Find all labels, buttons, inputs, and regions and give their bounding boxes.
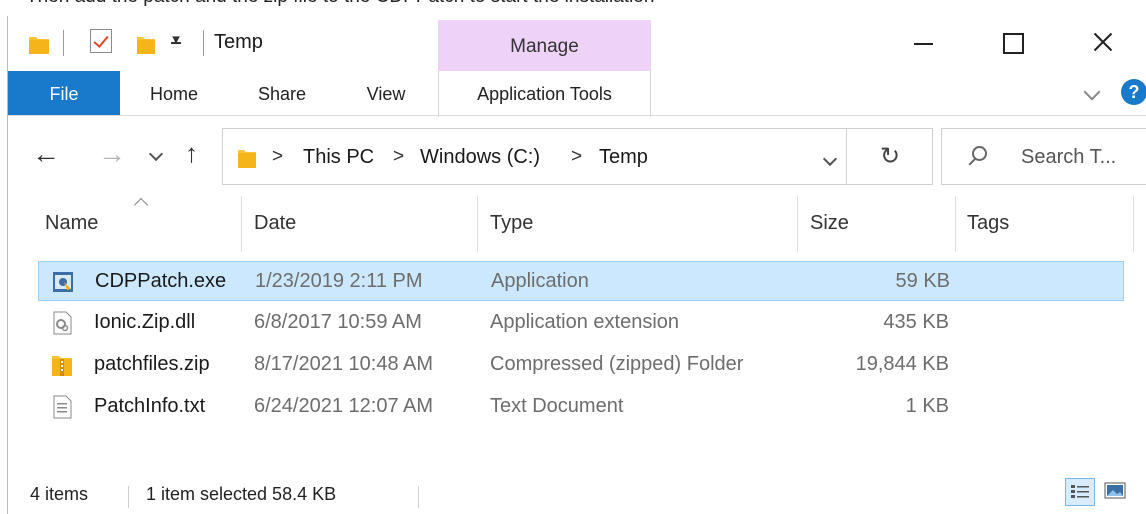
maximize-button[interactable] [968, 22, 1054, 66]
status-separator [418, 486, 419, 508]
back-arrow-icon[interactable]: ← [32, 139, 60, 169]
file-date: 6/24/2021 12:07 AM [254, 395, 434, 417]
breadcrumb-temp[interactable]: Temp [599, 146, 648, 169]
search-box[interactable]: Search T... [941, 128, 1146, 185]
column-header-tags[interactable]: Tags [967, 212, 1009, 235]
tab-manage[interactable]: Manage [438, 20, 651, 72]
large-icons-view-icon [1104, 482, 1126, 499]
file-explorer-window: ▾ Temp Manage File Home Share View Appli… [7, 16, 1146, 514]
tab-manage-label: Manage [510, 36, 579, 57]
file-size: 19,844 KB [855, 353, 949, 375]
dll-icon [53, 311, 72, 335]
file-row[interactable]: patchfiles.zip 8/17/2021 10:48 AM Compre… [38, 345, 1124, 385]
status-separator [128, 486, 129, 508]
file-date: 1/23/2019 2:11 PM [255, 270, 423, 292]
breadcrumb-chevron-icon[interactable]: > [571, 146, 582, 168]
navigation-bar: ← → ↑ > This PC > Windows (C:) > Temp ↻ … [8, 116, 1146, 196]
file-name: Ionic.Zip.dll [94, 311, 196, 333]
column-header-size[interactable]: Size [810, 212, 849, 235]
close-button[interactable] [1060, 22, 1146, 66]
breadcrumb-this-pc[interactable]: This PC [303, 146, 374, 169]
file-type: Text Document [490, 395, 624, 417]
tab-share[interactable]: Share [228, 71, 336, 116]
folder-icon [238, 150, 256, 168]
recent-locations-chevron-icon[interactable] [148, 146, 164, 162]
title-bar: ▾ Temp Manage [8, 16, 1146, 72]
tab-home[interactable]: Home [120, 71, 228, 116]
search-placeholder: Search T... [1021, 146, 1117, 168]
new-folder-icon[interactable] [136, 33, 156, 55]
top-cropped-text: Then add the patch and the zip file to t… [0, 0, 1146, 16]
column-header-name[interactable]: Name [45, 212, 98, 235]
column-divider[interactable] [477, 196, 478, 252]
quick-access-separator [63, 30, 64, 56]
column-divider[interactable] [797, 196, 798, 252]
file-row[interactable]: Ionic.Zip.dll 6/8/2017 10:59 AM Applicat… [38, 303, 1124, 343]
details-view-icon [1071, 485, 1089, 498]
column-headers: Name Date Type Size Tags [8, 196, 1146, 252]
breadcrumb-windows-c[interactable]: Windows (C:) [420, 146, 540, 169]
customize-toolbar-dropdown-icon[interactable]: ▾ [168, 30, 184, 48]
title-separator [203, 30, 204, 56]
folder-icon [29, 37, 49, 54]
minimize-button[interactable] [880, 22, 966, 66]
tab-file[interactable]: File [8, 71, 120, 116]
selection-info: 1 item selected 58.4 KB [146, 484, 337, 504]
file-name: patchfiles.zip [94, 353, 210, 375]
details-view-button[interactable] [1065, 478, 1095, 506]
zip-folder-icon [52, 356, 72, 376]
up-arrow-icon[interactable]: ↑ [185, 138, 198, 169]
column-divider[interactable] [1133, 196, 1134, 252]
address-history-dropdown-icon[interactable] [822, 151, 838, 167]
file-type: Application [491, 270, 589, 292]
file-name: PatchInfo.txt [94, 395, 206, 417]
item-count: 4 items [30, 484, 89, 504]
file-size: 59 KB [895, 270, 950, 292]
column-header-type[interactable]: Type [490, 212, 533, 235]
file-row[interactable]: CDPPatch.exe 1/23/2019 2:11 PM Applicati… [38, 261, 1124, 301]
forward-arrow-icon[interactable]: → [98, 139, 126, 169]
properties-check-icon[interactable] [90, 29, 112, 53]
exe-icon [53, 272, 73, 292]
refresh-icon: ↻ [880, 143, 901, 170]
breadcrumb-chevron-icon[interactable]: > [393, 146, 404, 168]
file-date: 8/17/2021 10:48 AM [254, 353, 434, 375]
tab-application-tools[interactable]: Application Tools [438, 71, 651, 117]
file-date: 6/8/2017 10:59 AM [254, 311, 422, 333]
search-icon [972, 146, 987, 161]
tab-view[interactable]: View [336, 71, 436, 116]
sort-ascending-icon [133, 197, 149, 213]
text-file-icon [53, 395, 72, 419]
window-title: Temp [214, 31, 263, 53]
help-icon[interactable]: ? [1121, 79, 1146, 105]
ribbon-tabs: File Home Share View Application Tools [8, 71, 1146, 117]
column-header-date[interactable]: Date [254, 212, 296, 235]
file-name: CDPPatch.exe [95, 270, 227, 292]
column-divider[interactable] [241, 196, 242, 252]
address-bar[interactable]: > This PC > Windows (C:) > Temp [222, 128, 847, 185]
status-bar: 4 items 1 item selected 58.4 KB [8, 478, 1146, 514]
file-type: Compressed (zipped) Folder [490, 353, 744, 375]
column-divider[interactable] [955, 196, 956, 252]
file-size: 1 KB [905, 395, 949, 417]
large-icons-view-button[interactable] [1101, 478, 1131, 506]
refresh-button[interactable]: ↻ [847, 128, 933, 185]
file-type: Application extension [490, 311, 680, 333]
breadcrumb-chevron-icon[interactable]: > [272, 146, 283, 168]
file-row[interactable]: PatchInfo.txt 6/24/2021 12:07 AM Text Do… [38, 387, 1124, 427]
file-size: 435 KB [883, 311, 949, 333]
